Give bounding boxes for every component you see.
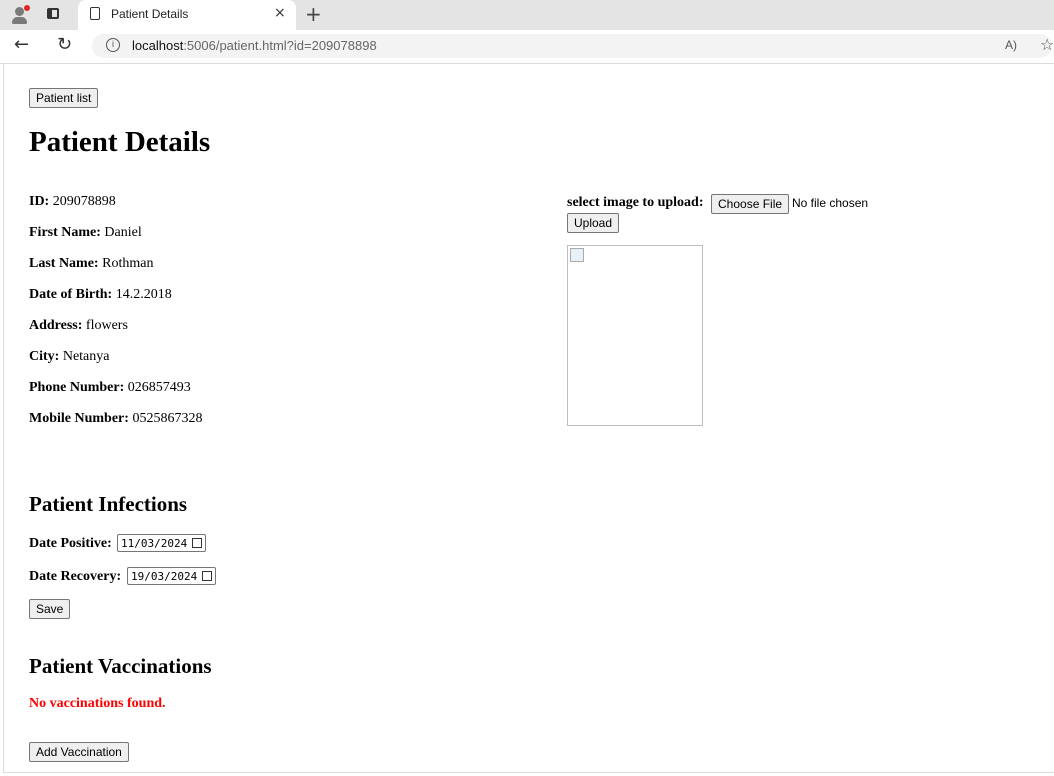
field-mobile-number: Mobile Number: 0525867328	[29, 411, 203, 426]
infections-heading: Patient Infections	[29, 492, 188, 516]
patient-list-button[interactable]: Patient list	[29, 88, 99, 108]
calendar-icon[interactable]	[202, 571, 212, 581]
field-last-name: Last Name: Rothman	[29, 256, 154, 271]
page-icon	[90, 7, 100, 20]
date-recovery-label: Date Recovery:	[29, 569, 122, 584]
vaccinations-heading: Patient Vaccinations	[29, 654, 212, 678]
info-icon[interactable]: i	[106, 38, 120, 52]
no-vaccinations-message: No vaccinations found.	[29, 696, 166, 711]
page-title: Patient Details	[29, 126, 211, 158]
date-recovery-input[interactable]: 19/03/2024	[127, 567, 216, 585]
close-tab-icon[interactable]: ×	[274, 5, 286, 21]
upload-label: select image to upload:	[567, 195, 704, 210]
broken-image-icon	[570, 248, 584, 262]
page-content: Patient list Patient Details ID: 2090788…	[0, 64, 1054, 776]
no-file-text: No file chosen	[792, 196, 869, 210]
save-button[interactable]: Save	[29, 599, 71, 619]
upload-button[interactable]: Upload	[567, 213, 620, 233]
read-aloud-icon[interactable]: A)	[1005, 38, 1017, 52]
back-arrow-icon[interactable]: ←	[14, 34, 29, 55]
field-address: Address: flowers	[29, 318, 128, 333]
favorite-star-icon[interactable]: ☆	[1040, 35, 1054, 54]
browser-tab[interactable]: Patient Details ×	[78, 0, 296, 30]
new-tab-icon[interactable]: +	[305, 2, 322, 26]
tab-title: Patient Details	[111, 7, 189, 21]
reload-icon[interactable]: ↻	[57, 34, 72, 55]
url-text[interactable]: localhost:5006/patient.html?id=209078898	[132, 38, 377, 53]
field-first-name: First Name: Daniel	[29, 225, 142, 240]
field-phone-number: Phone Number: 026857493	[29, 380, 191, 395]
browser-tab-bar: Patient Details × +	[0, 0, 1054, 30]
tab-actions-icon[interactable]	[47, 8, 59, 19]
profile-icon[interactable]	[10, 5, 30, 25]
field-city: City: Netanya	[29, 349, 110, 364]
field-date-of-birth: Date of Birth: 14.2.2018	[29, 287, 172, 302]
date-positive-label: Date Positive:	[29, 536, 112, 551]
patient-image	[567, 245, 703, 426]
choose-file-button[interactable]: Choose File	[711, 194, 790, 214]
date-positive-input[interactable]: 11/03/2024	[117, 534, 206, 552]
field-id: ID: 209078898	[29, 194, 116, 209]
add-vaccination-button[interactable]: Add Vaccination	[29, 742, 129, 762]
calendar-icon[interactable]	[192, 538, 202, 548]
